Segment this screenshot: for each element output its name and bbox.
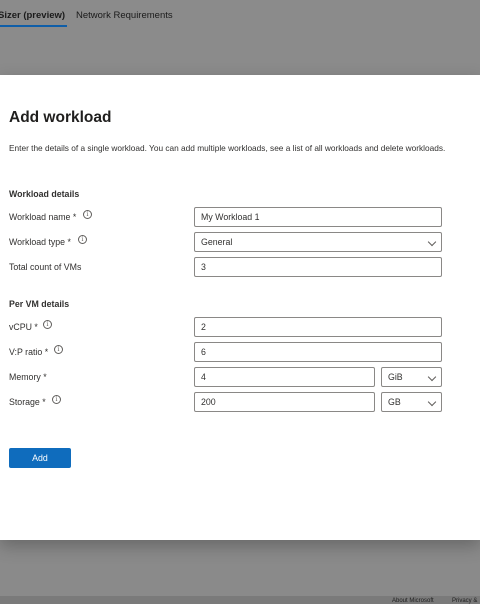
- add-workload-dialog: Add workload Enter the details of a sing…: [0, 75, 480, 540]
- workload-type-select[interactable]: General: [194, 232, 442, 252]
- workload-type-label: Workload type *: [9, 237, 71, 247]
- tab-sizer[interactable]: Sizer (preview): [0, 10, 68, 27]
- info-icon[interactable]: i: [52, 395, 61, 404]
- tab-network-requirements[interactable]: Network Requirements: [76, 10, 173, 21]
- memory-input[interactable]: 4: [194, 367, 375, 387]
- chevron-down-icon: [427, 397, 437, 407]
- footer-privacy-link[interactable]: Privacy &: [452, 598, 477, 604]
- dialog-description: Enter the details of a single workload. …: [9, 143, 446, 153]
- add-button[interactable]: Add: [9, 448, 71, 468]
- chevron-down-icon: [427, 372, 437, 382]
- dialog-title: Add workload: [9, 109, 112, 126]
- top-navigation: Sizer (preview) Network Requirements: [0, 0, 480, 75]
- info-icon[interactable]: i: [78, 235, 87, 244]
- vp-ratio-label: V:P ratio *: [9, 347, 49, 357]
- tab-bar: Sizer (preview) Network Requirements: [0, 0, 480, 30]
- workload-details-heading: Workload details: [9, 189, 80, 199]
- vcpu-label: vCPU *: [9, 322, 38, 332]
- vcpu-input[interactable]: 2: [194, 317, 442, 337]
- memory-label: Memory *: [9, 372, 47, 382]
- chevron-down-icon: [427, 237, 437, 247]
- info-icon[interactable]: i: [43, 320, 52, 329]
- info-icon[interactable]: i: [83, 210, 92, 219]
- footer: About Microsoft Privacy &: [0, 596, 480, 604]
- storage-unit-select[interactable]: GB: [381, 392, 442, 412]
- storage-label: Storage *: [9, 397, 46, 407]
- workload-type-value: General: [201, 237, 233, 247]
- footer-about-link[interactable]: About Microsoft: [392, 598, 434, 604]
- total-vms-input[interactable]: 3: [194, 257, 442, 277]
- per-vm-details-heading: Per VM details: [9, 299, 70, 309]
- memory-unit-value: GiB: [388, 372, 403, 382]
- storage-input[interactable]: 200: [194, 392, 375, 412]
- workload-name-input[interactable]: My Workload 1: [194, 207, 442, 227]
- info-icon[interactable]: i: [54, 345, 63, 354]
- storage-unit-value: GB: [388, 397, 401, 407]
- vp-ratio-input[interactable]: 6: [194, 342, 442, 362]
- memory-unit-select[interactable]: GiB: [381, 367, 442, 387]
- total-vms-label: Total count of VMs: [9, 262, 82, 272]
- workload-name-label: Workload name *: [9, 212, 77, 222]
